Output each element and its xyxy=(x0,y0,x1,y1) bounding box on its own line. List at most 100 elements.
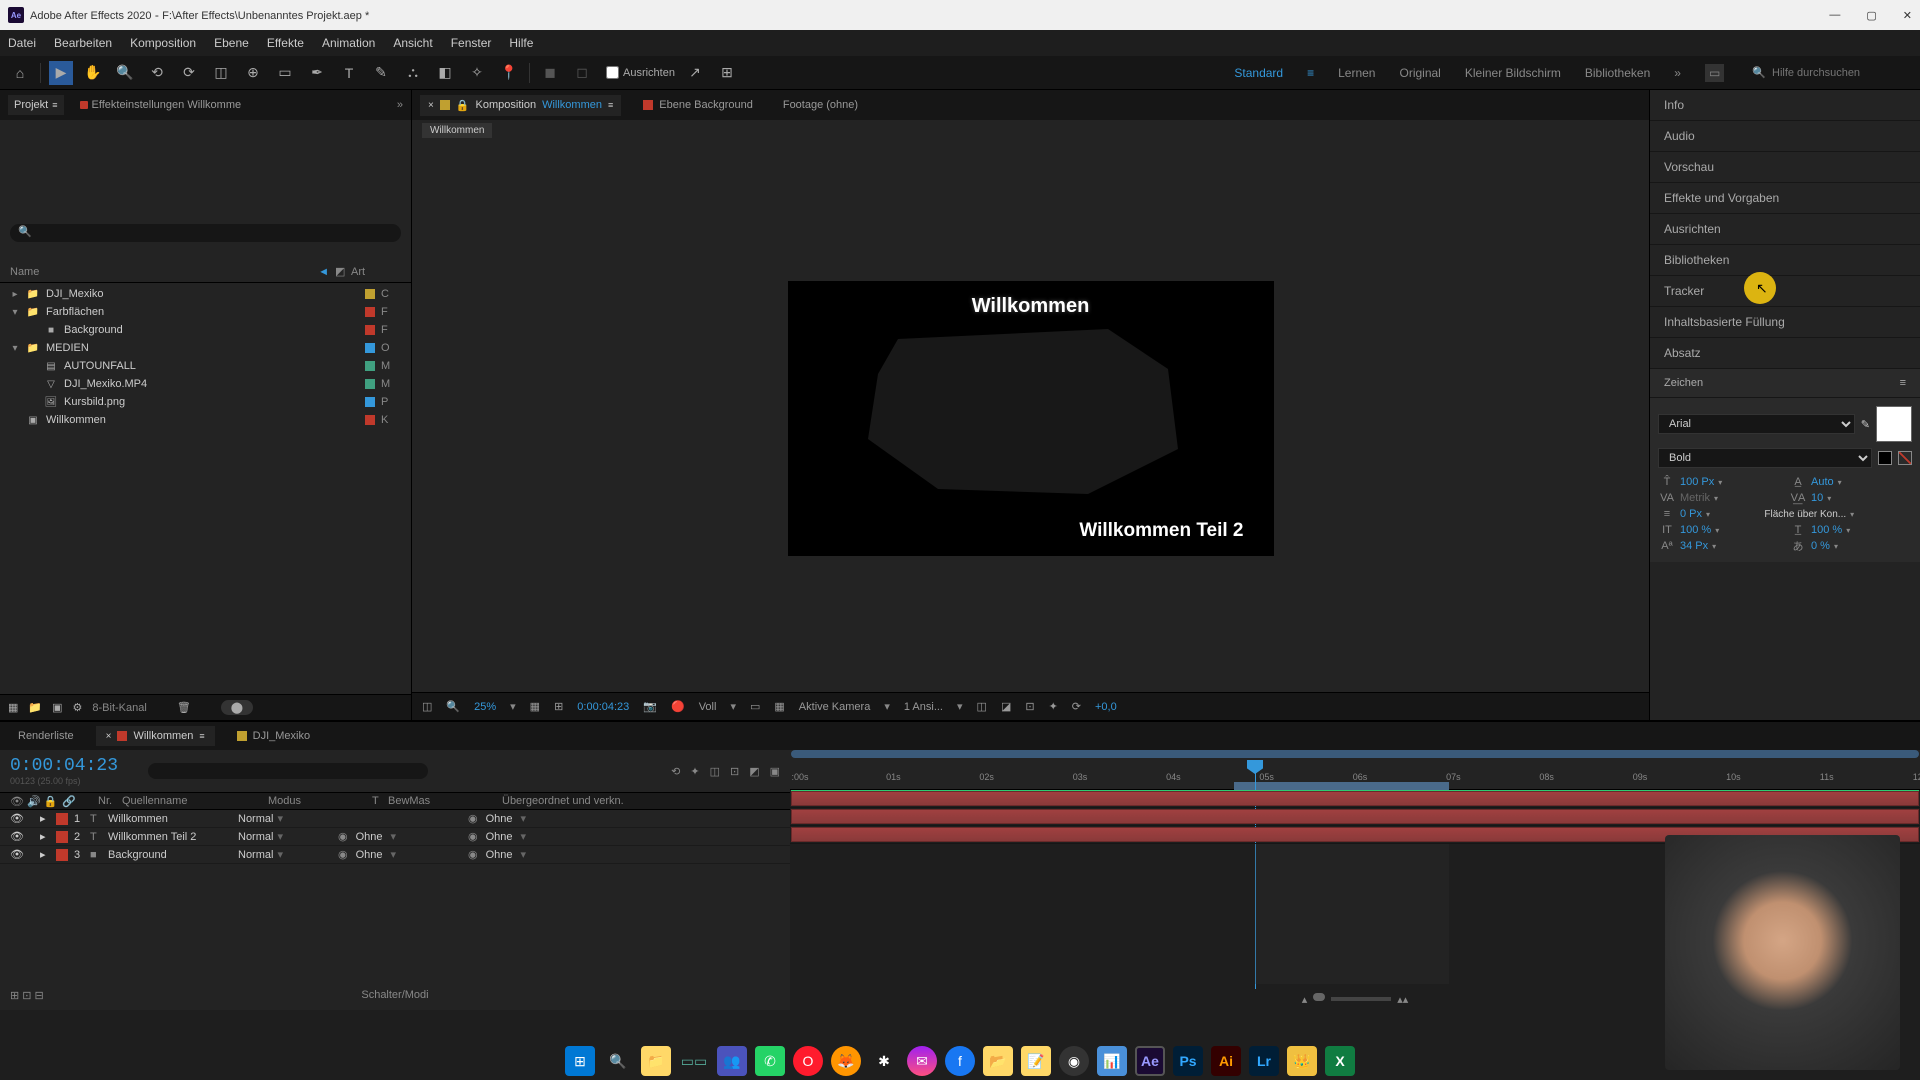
app-icon-2[interactable]: 📊 xyxy=(1097,1046,1127,1076)
trash-icon[interactable]: 🗑 xyxy=(177,701,191,714)
rect-tool[interactable]: ▭ xyxy=(273,61,297,85)
grid-icon[interactable]: ⊞ xyxy=(554,700,563,713)
toggle-switch[interactable]: ⬤ xyxy=(221,700,253,715)
puppet-tool[interactable]: 📍 xyxy=(497,61,521,85)
panel-zeichen[interactable]: Zeichen≡ xyxy=(1650,369,1920,398)
tsume-value[interactable]: 0 % xyxy=(1811,540,1830,552)
start-icon[interactable]: ⊞ xyxy=(565,1046,595,1076)
search-taskbar-icon[interactable]: 🔍 xyxy=(603,1046,633,1076)
obs-icon[interactable]: ◉ xyxy=(1059,1046,1089,1076)
panel-audio[interactable]: Audio xyxy=(1650,121,1920,152)
vf-icon1[interactable]: ◫ xyxy=(977,700,987,713)
camera-tool[interactable]: ◫ xyxy=(209,61,233,85)
workspace-more[interactable]: » xyxy=(1674,66,1681,80)
anchor-tool[interactable]: ⊕ xyxy=(241,61,265,85)
excel-icon[interactable]: X xyxy=(1325,1046,1355,1076)
font-weight-select[interactable]: Bold xyxy=(1658,448,1872,468)
opera-icon[interactable]: O xyxy=(793,1046,823,1076)
track-bar-2[interactable] xyxy=(791,809,1919,824)
snapshot-icon[interactable]: 📷 xyxy=(643,700,657,713)
stroke-mode-select[interactable]: Fläche über Kon... xyxy=(1764,509,1846,520)
new-folder-icon[interactable]: 📁 xyxy=(28,701,42,714)
folder-icon[interactable]: 📂 xyxy=(983,1046,1013,1076)
taskview-icon[interactable]: ▭▭ xyxy=(679,1046,709,1076)
vf-icon3[interactable]: ⊡ xyxy=(1025,700,1034,713)
menu-ansicht[interactable]: Ansicht xyxy=(393,36,432,50)
project-item[interactable]: ▸ 📁 DJI_Mexiko C xyxy=(0,285,411,303)
vf-icon2[interactable]: ◪ xyxy=(1001,700,1011,713)
menu-bearbeiten[interactable]: Bearbeiten xyxy=(54,36,112,50)
bits-label[interactable]: 8-Bit-Kanal xyxy=(92,702,146,714)
stroke-swatch[interactable] xyxy=(1878,451,1892,465)
menu-hilfe[interactable]: Hilfe xyxy=(509,36,533,50)
switches-modes[interactable]: Schalter/Modi xyxy=(361,989,428,1001)
firefox-icon[interactable]: 🦊 xyxy=(831,1046,861,1076)
workspace-kleiner[interactable]: Kleiner Bildschirm xyxy=(1465,66,1561,80)
zoom-out-icon[interactable]: ▴ xyxy=(1302,993,1308,1006)
kerning-value[interactable]: Metrik xyxy=(1680,492,1710,504)
tl-icon-6[interactable]: ▣ xyxy=(770,765,780,778)
zoom-tool[interactable]: 🔍 xyxy=(113,61,137,85)
tab-projekt[interactable]: Projekt ≡ xyxy=(8,95,64,115)
breadcrumb[interactable]: Willkommen xyxy=(412,120,1649,144)
project-item[interactable]: 🖼 Kursbild.png P xyxy=(0,393,411,411)
tl-icon-4[interactable]: ⊡ xyxy=(730,765,739,778)
snap-checkbox[interactable] xyxy=(606,66,619,79)
hscale-value[interactable]: 100 % xyxy=(1811,524,1842,536)
zoom-slider[interactable] xyxy=(1331,997,1391,1001)
project-item[interactable]: ▽ DJI_Mexiko.MP4 M xyxy=(0,375,411,393)
brush-tool[interactable]: ✎ xyxy=(369,61,393,85)
project-item[interactable]: ▣ Willkommen K xyxy=(0,411,411,429)
help-search-input[interactable] xyxy=(1772,67,1912,79)
whatsapp-icon[interactable]: ✆ xyxy=(755,1046,785,1076)
shape-fill[interactable]: ◼ xyxy=(538,61,562,85)
composition-canvas[interactable]: Willkommen Willkommen Teil 2 xyxy=(788,281,1274,556)
messenger-icon[interactable]: ✉ xyxy=(907,1046,937,1076)
workspace-standard[interactable]: Standard xyxy=(1234,66,1283,80)
magnify-icon[interactable]: 🔍 xyxy=(446,700,460,713)
eraser-tool[interactable]: ◧ xyxy=(433,61,457,85)
panel-inhaltsbasierte[interactable]: Inhaltsbasierte Füllung xyxy=(1650,307,1920,338)
photoshop-icon[interactable]: Ps xyxy=(1173,1046,1203,1076)
shape-stroke[interactable]: ◻ xyxy=(570,61,594,85)
vf-icon4[interactable]: ✦ xyxy=(1049,700,1058,713)
hand-tool[interactable]: ✋ xyxy=(81,61,105,85)
tab-comp-dji[interactable]: DJI_Mexiko xyxy=(227,726,320,746)
pen-tool[interactable]: ✒ xyxy=(305,61,329,85)
notes-icon[interactable]: 📝 xyxy=(1021,1046,1051,1076)
explorer-icon[interactable]: 📁 xyxy=(641,1046,671,1076)
col-art[interactable]: Art xyxy=(351,266,401,278)
timeline-layer[interactable]: 👁 ▸ 2 T Willkommen Teil 2 Normal ▾ ◉ Ohn… xyxy=(0,828,790,846)
illustrator-icon[interactable]: Ai xyxy=(1211,1046,1241,1076)
fill-color-swatch[interactable] xyxy=(1876,406,1912,442)
stamp-tool[interactable]: ⛬ xyxy=(401,61,425,85)
workspace-chevron[interactable]: ≡ xyxy=(1307,66,1314,80)
zoom-level[interactable]: 25% xyxy=(474,701,496,713)
rotate-tool[interactable]: ⟳ xyxy=(177,61,201,85)
tab-footage[interactable]: Footage (ohne) xyxy=(775,95,866,115)
timeline-layer[interactable]: 👁 ▸ 1 T Willkommen Normal ▾ ◉ Ohne ▾ xyxy=(0,810,790,828)
timeline-timecode[interactable]: 0:00:04:23 xyxy=(10,756,118,776)
stroke-width-value[interactable]: 0 Px xyxy=(1680,508,1702,520)
new-comp-icon[interactable]: ▣ xyxy=(52,701,62,714)
project-item[interactable]: ■ Background F xyxy=(0,321,411,339)
vf-icon5[interactable]: ⟳ xyxy=(1072,700,1081,713)
maximize-button[interactable]: ▢ xyxy=(1866,9,1876,22)
menu-komposition[interactable]: Komposition xyxy=(130,36,196,50)
facebook-icon[interactable]: f xyxy=(945,1046,975,1076)
teams-icon[interactable]: 👥 xyxy=(717,1046,747,1076)
minimize-button[interactable]: — xyxy=(1829,9,1840,22)
tab-comp-willkommen[interactable]: × Willkommen ≡ xyxy=(96,726,215,746)
timeline-layer[interactable]: 👁 ▸ 3 ■ Background Normal ▾ ◉ Ohne ▾ ◉ O… xyxy=(0,846,790,864)
eyedropper-icon[interactable]: ✎ xyxy=(1861,418,1870,431)
tab-komposition[interactable]: × 🔒 Komposition Willkommen ≡ xyxy=(420,95,621,116)
settings-icon[interactable]: ⚙ xyxy=(73,701,83,714)
exposure-value[interactable]: +0,0 xyxy=(1095,701,1117,713)
panel-vorschau[interactable]: Vorschau xyxy=(1650,152,1920,183)
tl-icon-5[interactable]: ◩ xyxy=(749,765,759,778)
col-name[interactable]: Name xyxy=(10,266,318,278)
views-dropdown[interactable]: 1 Ansi... xyxy=(904,701,943,713)
project-item[interactable]: ▾ 📁 Farbflächen F xyxy=(0,303,411,321)
panel-effekte[interactable]: Effekte und Vorgaben xyxy=(1650,183,1920,214)
menu-animation[interactable]: Animation xyxy=(322,36,375,50)
